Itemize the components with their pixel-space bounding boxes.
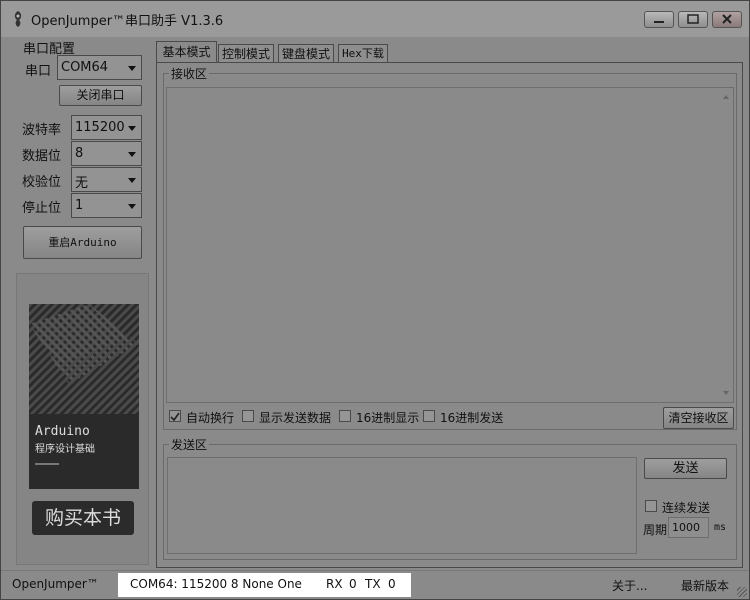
tab-basic-mode[interactable]: 基本模式 — [156, 41, 217, 63]
chevron-down-icon — [128, 152, 136, 157]
maximize-button[interactable] — [678, 11, 708, 28]
status-brand: OpenJumper™ — [12, 577, 99, 591]
hex-display-checkbox[interactable] — [339, 410, 351, 422]
tab-keyboard-mode[interactable]: 键盘模式 — [278, 44, 334, 63]
parity-value: 无 — [75, 176, 89, 191]
about-link[interactable]: 关于... — [612, 577, 647, 594]
tx-count: 0 — [388, 577, 396, 591]
checkmark-icon — [170, 412, 180, 422]
rx-label: RX — [326, 577, 343, 591]
show-sent-label: 显示发送数据 — [259, 411, 332, 425]
clear-receive-button[interactable]: 清空接收区 — [663, 407, 734, 429]
title-bar[interactable]: OpenJumper™串口助手 V1.3.6 — [1, 1, 749, 37]
port-value: COM64 — [61, 60, 109, 75]
chevron-down-icon — [128, 178, 136, 183]
receive-textarea[interactable] — [166, 87, 734, 403]
app-window: OpenJumper™串口助手 V1.3.6 串口配置 串口 COM64 关闭串… — [0, 0, 750, 600]
app-logo-icon — [14, 11, 22, 27]
rx-count: 0 — [349, 577, 357, 591]
hex-send-label: 16进制发送 — [440, 411, 504, 425]
databits-label: 数据位 — [22, 149, 62, 164]
close-icon — [722, 14, 732, 24]
resize-grip-icon[interactable] — [737, 587, 747, 597]
tab-hex-download[interactable]: Hex下载 — [338, 44, 388, 63]
chevron-down-icon — [128, 204, 136, 209]
parity-select[interactable]: 无 — [71, 167, 142, 192]
period-unit: ms — [714, 522, 727, 533]
chevron-down-icon — [128, 126, 136, 131]
tab-content: 接收区 自动换行 显示发送数据 16进制显示 16进制发送 清空接收区 发送区 … — [156, 62, 743, 568]
maximize-icon — [687, 14, 699, 24]
port-label: 串口 — [25, 64, 52, 79]
send-button[interactable]: 发送 — [644, 458, 727, 479]
close-port-button[interactable]: 关闭串口 — [59, 85, 142, 106]
baud-select[interactable]: 115200 — [71, 115, 142, 140]
scroll-down-icon[interactable] — [723, 391, 729, 395]
window-title: OpenJumper™串口助手 V1.3.6 — [31, 14, 224, 29]
period-value: 1000 — [672, 521, 700, 534]
status-bar: OpenJumper™ COM64: 115200 8 None One RX … — [1, 570, 749, 599]
period-label: 周期 — [643, 523, 668, 537]
book-cover-image[interactable]: Arduino 程序设计基础 — [29, 304, 139, 489]
continuous-send-label: 连续发送 — [662, 501, 711, 515]
book-title: Arduino — [35, 424, 90, 439]
baud-label: 波特率 — [22, 123, 62, 138]
continuous-send-checkbox[interactable] — [645, 500, 657, 512]
scroll-up-icon[interactable] — [723, 95, 729, 99]
stopbits-label: 停止位 — [22, 201, 62, 216]
send-textarea[interactable] — [167, 457, 637, 554]
auto-wrap-label: 自动换行 — [186, 411, 235, 425]
hex-send-checkbox[interactable] — [423, 410, 435, 422]
chevron-down-icon — [128, 66, 136, 71]
buy-book-button[interactable]: 购买本书 — [32, 501, 134, 535]
latest-version-link[interactable]: 最新版本 — [681, 577, 729, 594]
connection-status-panel: COM64: 115200 8 None One RX 0 TX 0 — [118, 573, 411, 597]
connection-status: COM64: 115200 8 None One — [130, 577, 302, 591]
auto-wrap-checkbox[interactable] — [169, 410, 181, 422]
parity-label: 校验位 — [22, 175, 62, 190]
minimize-icon — [654, 21, 664, 23]
stopbits-select[interactable]: 1 — [71, 193, 142, 218]
tx-label: TX — [365, 577, 381, 591]
book-ad[interactable]: Arduino 程序设计基础 购买本书 — [16, 273, 149, 565]
send-group-label: 发送区 — [169, 436, 210, 453]
close-button[interactable] — [712, 11, 742, 28]
databits-select[interactable]: 8 — [71, 141, 142, 166]
book-subtitle: 程序设计基础 — [35, 444, 95, 455]
stopbits-value: 1 — [75, 198, 84, 213]
hex-display-label: 16进制显示 — [356, 411, 420, 425]
tab-control-mode[interactable]: 控制模式 — [218, 44, 274, 63]
period-input[interactable]: 1000 — [668, 517, 709, 538]
minimize-button[interactable] — [644, 11, 674, 28]
receive-group-label: 接收区 — [169, 65, 210, 82]
port-select[interactable]: COM64 — [57, 55, 142, 80]
book-cover-pattern — [29, 304, 139, 489]
baud-value: 115200 — [75, 120, 125, 135]
restart-arduino-button[interactable]: 重启Arduino — [23, 226, 142, 259]
show-sent-checkbox[interactable] — [242, 410, 254, 422]
databits-value: 8 — [75, 146, 84, 161]
